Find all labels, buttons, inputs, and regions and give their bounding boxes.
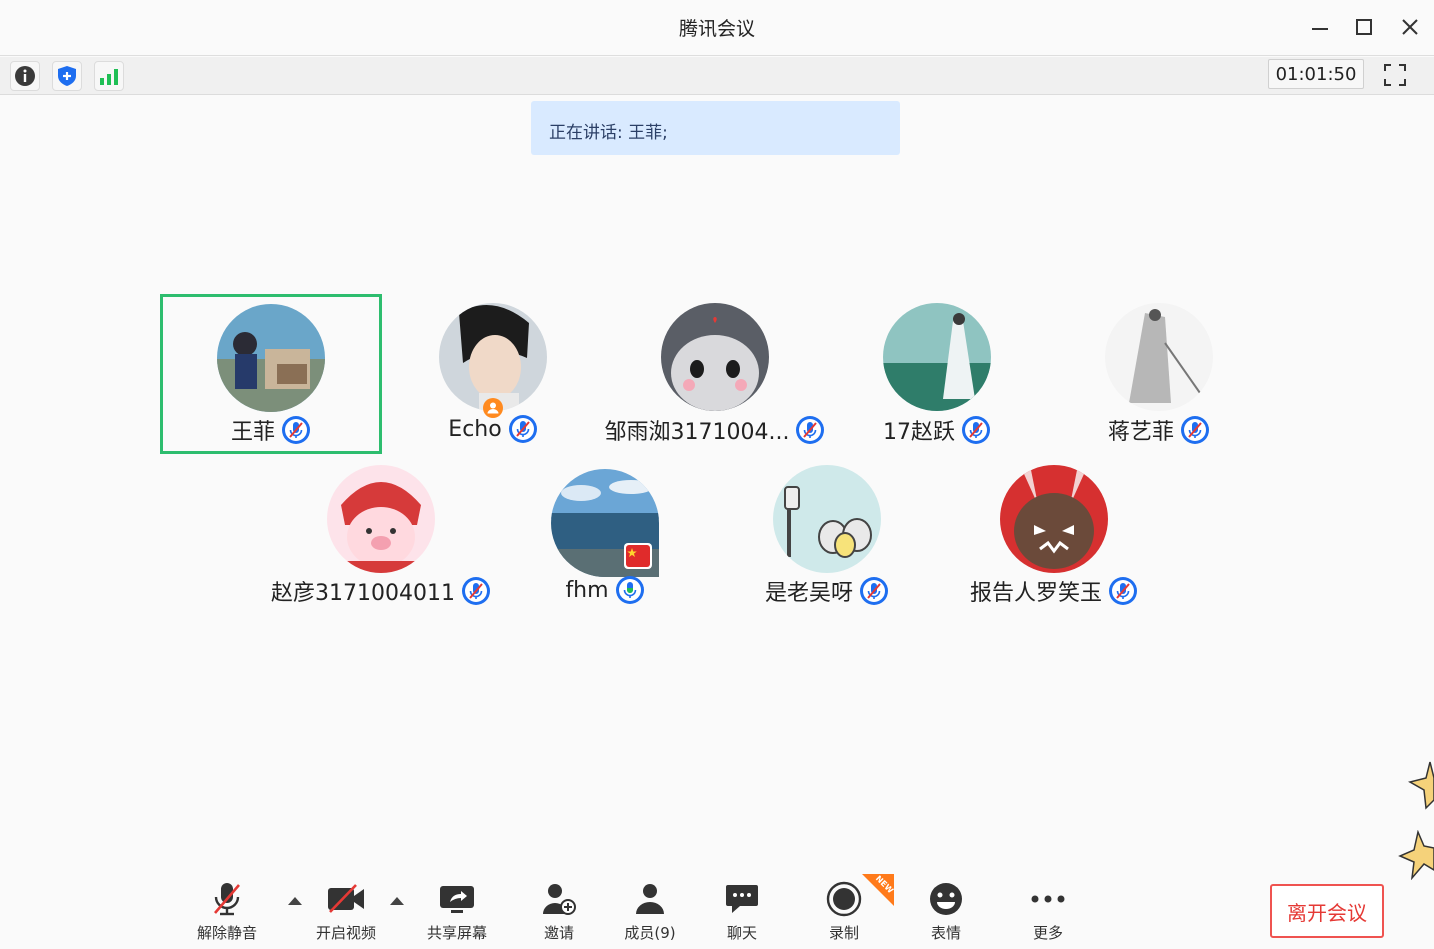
participant-name-row: 王菲 bbox=[163, 414, 379, 446]
mic-muted-icon bbox=[1109, 577, 1137, 605]
window-title: 腾讯会议 bbox=[678, 18, 755, 40]
participant-tile[interactable]: 报告人罗笑玉 bbox=[938, 465, 1170, 625]
start-video-label: 开启视频 bbox=[315, 924, 376, 942]
record-label: 录制 bbox=[828, 924, 859, 942]
chat-icon bbox=[726, 885, 758, 913]
emoji-label: 表情 bbox=[930, 924, 961, 942]
avatar bbox=[661, 303, 769, 411]
fullscreen-button[interactable] bbox=[1380, 60, 1410, 90]
participant-tile[interactable]: 赵彦3171004011 bbox=[260, 465, 502, 625]
members-label: 成员(9) bbox=[624, 924, 676, 942]
signal-bars-icon bbox=[100, 69, 118, 85]
minimize-button[interactable] bbox=[1307, 14, 1333, 40]
mic-muted-icon bbox=[1181, 416, 1209, 444]
share-screen-label: 共享屏幕 bbox=[426, 924, 487, 942]
share-screen-icon bbox=[440, 886, 474, 913]
chat-button[interactable]: 聊天 bbox=[697, 880, 787, 946]
participant-name: 是老吴呀 bbox=[764, 581, 853, 606]
participant-tile[interactable]: 17赵跃 bbox=[826, 294, 1048, 454]
avatar bbox=[1000, 465, 1108, 573]
avatar bbox=[327, 465, 435, 573]
new-feature-badge: NEW bbox=[862, 874, 895, 906]
participant-name-row: 蒋艺菲 bbox=[1048, 414, 1270, 446]
bottom-toolbar: 解除静音 开启视频 共享屏幕 邀请 成员(9) 聊天 录制 NEW 表情 更多 … bbox=[0, 868, 1434, 949]
camera-off-icon bbox=[328, 884, 364, 913]
smiley-icon bbox=[930, 883, 962, 915]
title-bar: 腾讯会议 bbox=[0, 0, 1434, 56]
mic-muted-icon bbox=[860, 577, 888, 605]
participant-name-row: 是老吴呀 bbox=[716, 575, 938, 607]
participant-tile[interactable]: Echo bbox=[382, 294, 604, 454]
close-button[interactable] bbox=[1397, 14, 1423, 40]
avatar bbox=[773, 465, 881, 573]
participant-name-row: fhm bbox=[494, 575, 716, 605]
invite-label: 邀请 bbox=[543, 924, 574, 942]
info-icon bbox=[15, 66, 35, 86]
record-icon bbox=[826, 881, 862, 917]
speaking-indicator: 正在讲话: 王菲; bbox=[531, 101, 900, 155]
participant-name: 蒋艺菲 bbox=[1107, 420, 1174, 445]
participant-tile[interactable]: 邹雨洳3171004... bbox=[604, 294, 826, 454]
participant-tile[interactable]: fhm bbox=[494, 465, 716, 625]
shield-icon bbox=[58, 66, 76, 86]
minimize-icon bbox=[1312, 28, 1328, 30]
maximize-icon bbox=[1356, 19, 1372, 35]
participant-name-row: 17赵跃 bbox=[826, 414, 1048, 446]
mic-muted-icon bbox=[282, 416, 310, 444]
star-decoration-icon bbox=[1408, 761, 1434, 810]
mic-muted-icon bbox=[796, 416, 825, 444]
participant-name: 赵彦3171004011 bbox=[271, 581, 455, 606]
maximize-button[interactable] bbox=[1351, 14, 1377, 40]
participant-tile[interactable]: 蒋艺菲 bbox=[1048, 294, 1270, 454]
participant-tile[interactable]: 是老吴呀 bbox=[716, 465, 938, 625]
close-icon bbox=[1402, 19, 1418, 35]
participant-name: Echo bbox=[448, 416, 502, 442]
mic-muted-icon bbox=[214, 883, 240, 916]
participant-name: fhm bbox=[565, 577, 609, 603]
meeting-info-button[interactable] bbox=[10, 61, 40, 91]
avatar bbox=[883, 303, 991, 411]
add-user-icon bbox=[543, 884, 576, 915]
start-video-button[interactable]: 开启视频 bbox=[301, 880, 391, 946]
share-screen-button[interactable]: 共享屏幕 bbox=[412, 880, 502, 946]
participant-name: 邹雨洳3171004... bbox=[604, 420, 790, 445]
meeting-timer: 01:01:50 bbox=[1268, 59, 1364, 89]
network-status-button[interactable] bbox=[94, 61, 124, 91]
fullscreen-icon bbox=[1384, 64, 1406, 86]
avatar bbox=[217, 304, 325, 412]
unmute-label: 解除静音 bbox=[196, 924, 257, 942]
participant-name-row: 赵彦3171004011 bbox=[260, 575, 502, 607]
china-flag-icon bbox=[624, 543, 652, 569]
invite-button[interactable]: 邀请 bbox=[514, 880, 604, 946]
leave-meeting-button[interactable]: 离开会议 bbox=[1270, 884, 1384, 938]
meeting-info-bar: 01:01:50 bbox=[0, 57, 1434, 95]
participant-name-row: 邹雨洳3171004... bbox=[604, 414, 826, 446]
emoji-button[interactable]: 表情 bbox=[901, 880, 991, 946]
video-options-caret-icon[interactable] bbox=[389, 896, 405, 906]
unmute-button[interactable]: 解除静音 bbox=[182, 880, 272, 946]
participant-name-row: 报告人罗笑玉 bbox=[938, 575, 1170, 607]
participant-name: 报告人罗笑玉 bbox=[969, 581, 1102, 606]
participant-name: 17赵跃 bbox=[883, 420, 955, 445]
mic-on-icon bbox=[615, 576, 644, 604]
participant-name: 王菲 bbox=[230, 420, 275, 445]
participant-name-row: Echo bbox=[382, 414, 604, 444]
more-button[interactable]: 更多 bbox=[1003, 880, 1093, 946]
chat-label: 聊天 bbox=[726, 924, 757, 942]
mic-muted-icon bbox=[962, 416, 990, 444]
avatar bbox=[1105, 303, 1213, 411]
users-icon bbox=[636, 884, 664, 914]
members-button[interactable]: 成员(9) bbox=[605, 880, 695, 946]
avatar bbox=[439, 303, 547, 411]
participant-tile[interactable]: 王菲 bbox=[160, 294, 382, 454]
mic-muted-icon bbox=[508, 415, 537, 443]
security-button[interactable] bbox=[52, 61, 82, 91]
mic-muted-icon bbox=[461, 577, 490, 605]
more-label: 更多 bbox=[1032, 924, 1063, 942]
more-dots-icon bbox=[1031, 895, 1065, 903]
